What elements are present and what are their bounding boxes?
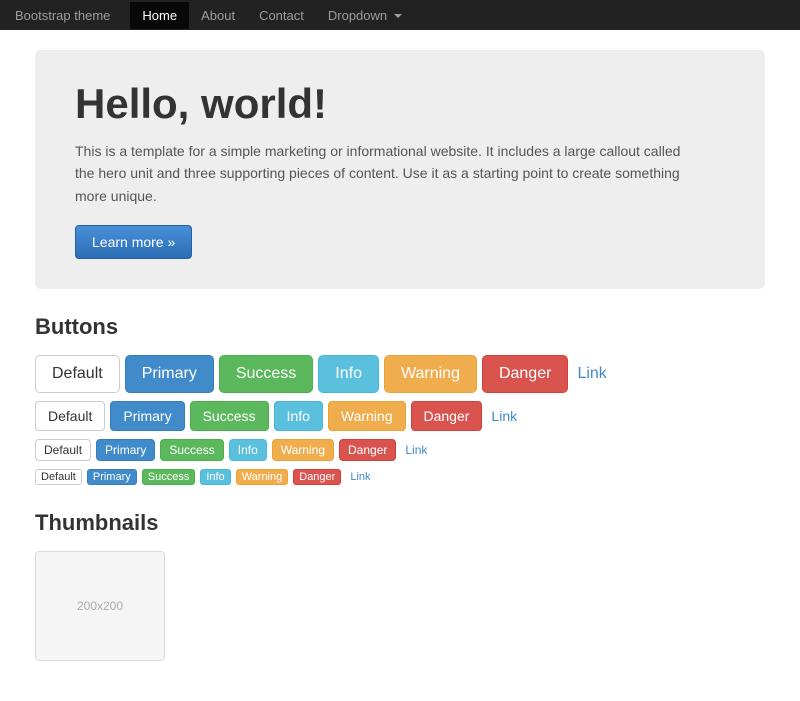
button-row-sm: Default Primary Success Info Warning Dan… [35,439,765,461]
btn-danger-sm[interactable]: Danger [339,439,396,461]
button-row-xs: Default Primary Success Info Warning Dan… [35,469,765,485]
btn-info-md[interactable]: Info [274,401,323,431]
dropdown-caret-icon [394,14,402,18]
buttons-section-title: Buttons [35,314,765,340]
btn-warning-md[interactable]: Warning [328,401,406,431]
navbar-nav: Home About Contact Dropdown [130,2,413,29]
btn-primary-sm[interactable]: Primary [96,439,155,461]
navbar-item-about[interactable]: About [189,2,247,29]
navbar-link-contact[interactable]: Contact [247,2,316,29]
btn-default-lg[interactable]: Default [35,355,120,393]
navbar-item-dropdown[interactable]: Dropdown [316,2,414,29]
btn-success-xs[interactable]: Success [142,469,196,485]
btn-info-xs[interactable]: Info [200,469,230,485]
btn-default-xs[interactable]: Default [35,469,82,485]
btn-primary-lg[interactable]: Primary [125,355,214,393]
thumbnail-label: 200x200 [77,599,123,613]
btn-link-md[interactable]: Link [487,402,529,430]
btn-default-sm[interactable]: Default [35,439,91,461]
btn-primary-xs[interactable]: Primary [87,469,137,485]
btn-success-sm[interactable]: Success [160,439,223,461]
btn-link-sm[interactable]: Link [401,440,435,460]
hero-description: This is a template for a simple marketin… [75,140,695,207]
btn-link-xs[interactable]: Link [346,470,375,484]
navbar-link-about[interactable]: About [189,2,247,29]
buttons-section: Buttons Default Primary Success Info War… [35,314,765,485]
btn-warning-xs[interactable]: Warning [236,469,289,485]
navbar-item-home[interactable]: Home [130,2,189,29]
button-row-md: Default Primary Success Info Warning Dan… [35,401,765,431]
btn-danger-lg[interactable]: Danger [482,355,568,393]
hero-unit: Hello, world! This is a template for a s… [35,50,765,289]
btn-link-lg[interactable]: Link [573,356,622,392]
btn-danger-xs[interactable]: Danger [293,469,341,485]
navbar: Bootstrap theme Home About Contact Dropd… [0,0,800,30]
learn-more-button[interactable]: Learn more » [75,225,192,259]
hero-title: Hello, world! [75,80,725,128]
btn-danger-md[interactable]: Danger [411,401,483,431]
navbar-brand[interactable]: Bootstrap theme [15,8,110,23]
navbar-item-contact[interactable]: Contact [247,2,316,29]
btn-info-sm[interactable]: Info [229,439,267,461]
main-container: Hello, world! This is a template for a s… [20,30,780,701]
btn-primary-md[interactable]: Primary [110,401,184,431]
navbar-link-home[interactable]: Home [130,2,189,29]
thumbnail-item: 200x200 [35,551,165,661]
btn-success-lg[interactable]: Success [219,355,313,393]
navbar-link-dropdown[interactable]: Dropdown [316,2,414,29]
btn-warning-sm[interactable]: Warning [272,439,334,461]
btn-warning-lg[interactable]: Warning [384,355,477,393]
thumbnails-section: Thumbnails 200x200 [35,510,765,661]
button-row-lg: Default Primary Success Info Warning Dan… [35,355,765,393]
btn-info-lg[interactable]: Info [318,355,379,393]
thumbnails-section-title: Thumbnails [35,510,765,536]
btn-default-md[interactable]: Default [35,401,105,431]
btn-success-md[interactable]: Success [190,401,269,431]
